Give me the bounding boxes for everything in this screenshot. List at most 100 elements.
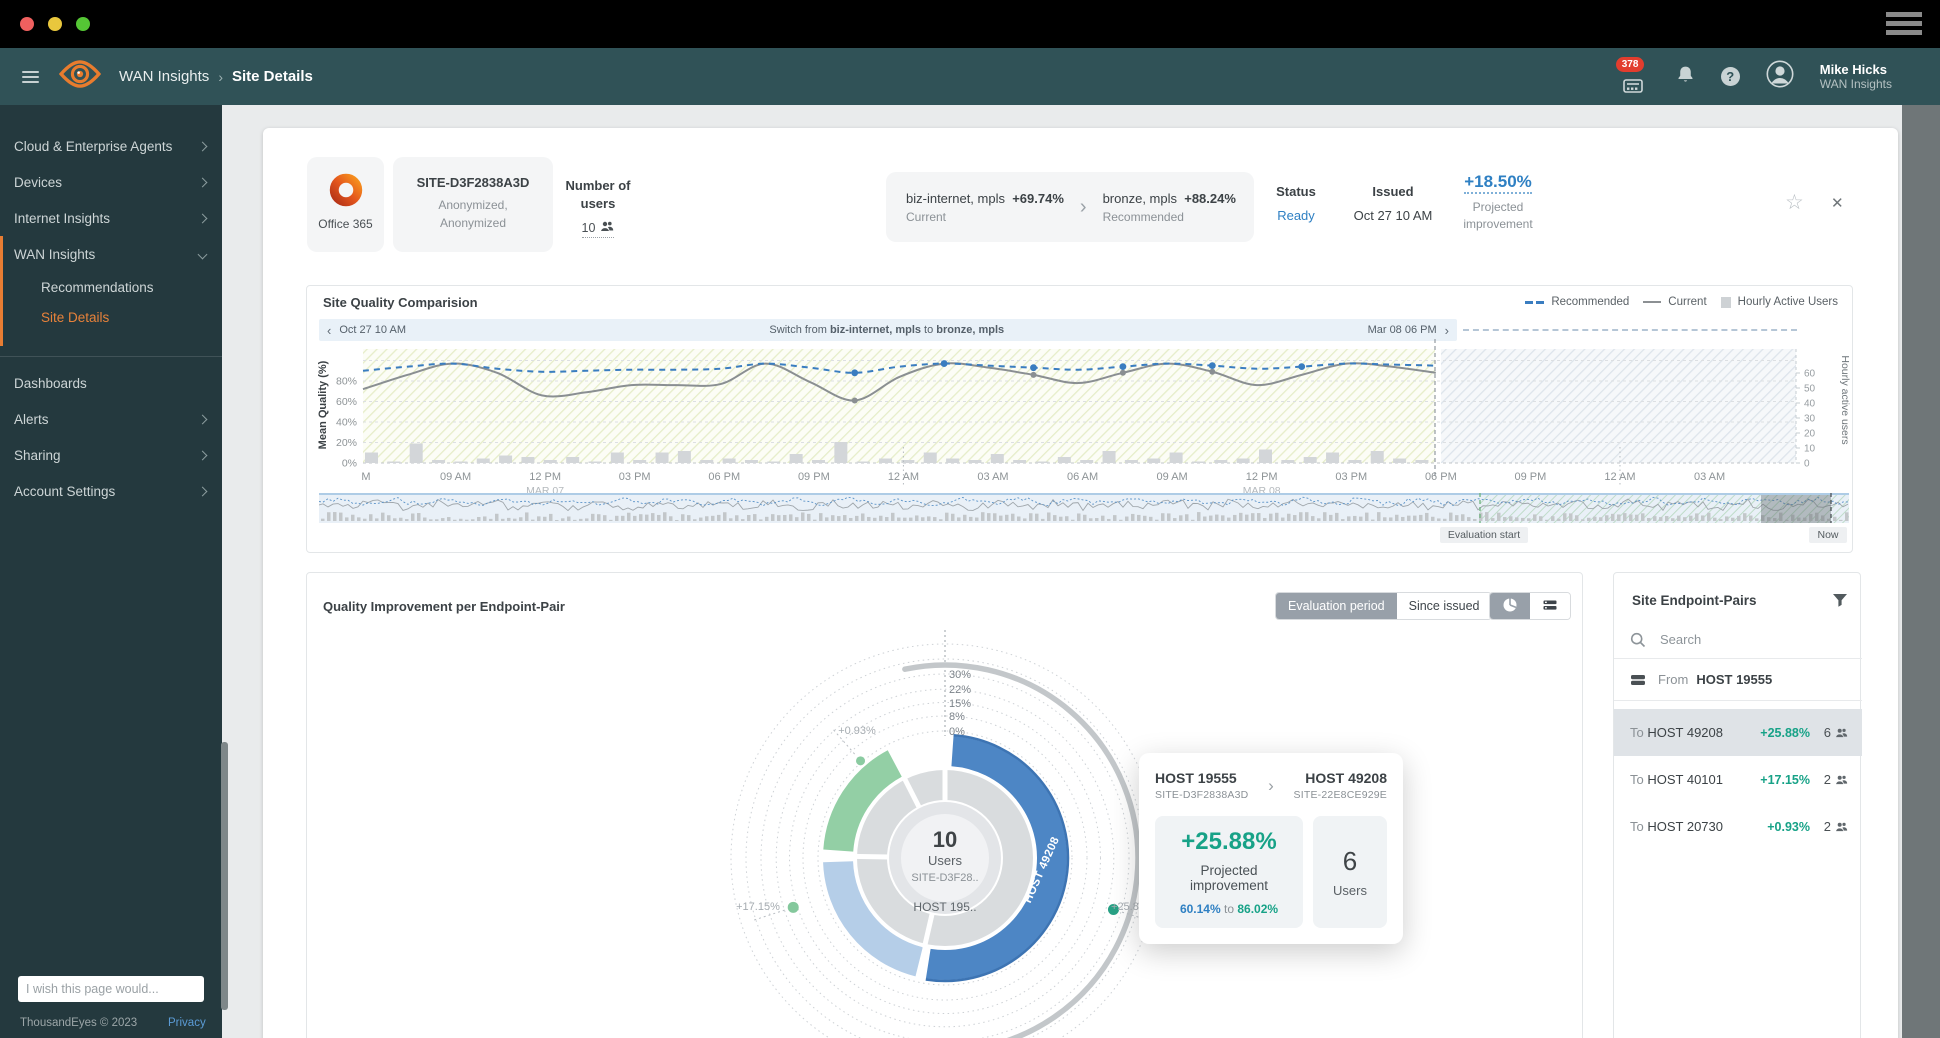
svg-text:12 PM: 12 PM xyxy=(1246,471,1278,483)
app-tile: Office 365 xyxy=(307,157,384,252)
search-input[interactable] xyxy=(1658,631,1808,648)
toggle-evaluation-period[interactable]: Evaluation period xyxy=(1276,593,1397,619)
improvement-dot[interactable] xyxy=(856,756,865,765)
quality-chart-title: Site Quality Comparision xyxy=(323,295,478,310)
sidebar-item-site-details[interactable]: Site Details xyxy=(3,302,222,332)
svg-text:09 PM: 09 PM xyxy=(798,471,830,483)
sidebar-item-wan-insights[interactable]: WAN Insights xyxy=(3,236,222,272)
toggle-since-issued[interactable]: Since issued xyxy=(1397,593,1492,619)
row-users: 2 xyxy=(1810,772,1848,787)
tooltip-improvement: +25.88% xyxy=(1163,828,1295,856)
office-365-icon xyxy=(327,171,365,209)
row-improvement: +17.15% xyxy=(1760,773,1810,787)
tooltip-users-label: Users xyxy=(1321,883,1379,898)
issued-value: Oct 27 10 AM xyxy=(1343,208,1443,223)
usage-meter-button[interactable]: 378 xyxy=(1616,57,1650,97)
endpoint-pairs-panel: Site Endpoint-Pairs From HOST 19555 To xyxy=(1613,572,1861,1038)
improvement-caption-2: improvement xyxy=(1443,217,1553,231)
sidebar-item-sharing[interactable]: Sharing xyxy=(0,437,222,473)
os-titlebar xyxy=(0,0,1940,48)
sidebar-item-internet-insights[interactable]: Internet Insights xyxy=(0,200,222,236)
sunburst-scale-tick: 0% xyxy=(949,726,965,738)
svg-text:03 AM: 03 AM xyxy=(977,471,1008,483)
site-tile: SITE-D3F2838A3D Anonymized, Anonymized xyxy=(393,157,553,252)
list-view-button[interactable] xyxy=(1530,593,1570,619)
favorite-star-icon[interactable]: ☆ xyxy=(1785,190,1804,215)
sidebar-active-group: WAN InsightsRecommendationsSite Details xyxy=(0,236,222,346)
site-sub-2: Anonymized xyxy=(393,216,553,230)
from-host-row[interactable]: From HOST 19555 xyxy=(1614,659,1862,701)
window-prev-icon[interactable]: ‹ xyxy=(319,323,339,338)
app-tile-label: Office 365 xyxy=(307,217,384,231)
sunburst-source-host: HOST 195.. xyxy=(885,900,1005,914)
site-sub-1: Anonymized, xyxy=(393,198,553,212)
sidebar-scrollbar[interactable] xyxy=(221,742,228,1010)
legend-hourly-active-users[interactable]: Hourly Active Users xyxy=(1721,296,1838,308)
y-axis-label: Mean Quality (%) xyxy=(317,345,329,465)
sidebar-toggle-icon[interactable] xyxy=(22,68,39,86)
user-org: WAN Insights xyxy=(1820,77,1892,92)
sidebar-item-devices[interactable]: Devices xyxy=(0,164,222,200)
zoom-window-button[interactable] xyxy=(76,17,90,31)
svg-text:03 PM: 03 PM xyxy=(1335,471,1367,483)
notifications-bell-icon[interactable] xyxy=(1676,65,1695,89)
svg-text:06 PM: 06 PM xyxy=(1425,471,1457,483)
improvement-card: Quality Improvement per Endpoint-Pair Ev… xyxy=(306,572,1583,1038)
privacy-link[interactable]: Privacy xyxy=(168,1017,206,1029)
chevron-down-icon xyxy=(198,249,208,259)
endpoint-row-host-40101[interactable]: To HOST 40101+17.15%2 xyxy=(1614,756,1862,803)
copyright-text: ThousandEyes © 2023 xyxy=(20,1017,137,1029)
svg-text:06 PM: 06 PM xyxy=(708,471,740,483)
users-count[interactable]: 10 xyxy=(582,221,615,238)
sidebar-item-account-settings[interactable]: Account Settings xyxy=(0,473,222,509)
sidebar-item-cloud-enterprise-agents[interactable]: Cloud & Enterprise Agents xyxy=(0,128,222,164)
tooltip-to-host: HOST 49208 xyxy=(1280,770,1387,786)
sunburst-scale-tick: 22% xyxy=(949,684,971,696)
sidebar-item-recommendations[interactable]: Recommendations xyxy=(3,272,222,302)
window-scrollbar[interactable] xyxy=(1902,105,1940,1038)
sunburst-scale-tick: 15% xyxy=(949,698,971,710)
recommended-caption: Recommended xyxy=(1103,210,1236,224)
svg-text:80%: 80% xyxy=(336,376,357,388)
projected-improvement-value[interactable]: +18.50% xyxy=(1464,172,1532,194)
legend-recommended[interactable]: Recommended xyxy=(1525,296,1629,308)
endpoint-panel-title: Site Endpoint-Pairs xyxy=(1632,593,1757,608)
legend-current[interactable]: Current xyxy=(1643,296,1706,308)
sunburst-dot-label: +17.15% xyxy=(718,901,798,913)
server-icon xyxy=(1630,674,1646,686)
avatar[interactable] xyxy=(1766,60,1794,93)
users-summary: Number of users 10 xyxy=(543,178,653,238)
filter-icon[interactable] xyxy=(1832,593,1848,608)
site-details-card: Office 365 SITE-D3F2838A3D Anonymized, A… xyxy=(263,128,1898,1038)
sidebar-divider xyxy=(0,356,222,357)
browser-menu-icon[interactable] xyxy=(1886,12,1922,35)
pie-view-button[interactable] xyxy=(1490,593,1530,619)
site-quality-chart[interactable]: M09 AM12 PM03 PM06 PM09 PM12 AM03 AM06 A… xyxy=(307,339,1854,507)
app-window: WAN Insights › Site Details 378 ? xyxy=(0,0,1940,1038)
svg-text:06 AM: 06 AM xyxy=(1067,471,1098,483)
comparison-tile: biz-internet, mpls +69.74% Current › bro… xyxy=(886,172,1254,242)
timeline-overview-strip[interactable] xyxy=(319,493,1849,523)
endpoint-row-host-20730[interactable]: To HOST 20730+0.93%2 xyxy=(1614,803,1862,850)
sidebar-item-alerts[interactable]: Alerts xyxy=(0,401,222,437)
from-host: HOST 19555 xyxy=(1696,672,1772,687)
sunburst-scale-tick: 30% xyxy=(949,669,971,681)
feedback-input[interactable] xyxy=(18,976,204,1002)
tooltip-chevron-icon: › xyxy=(1268,776,1274,796)
window-next-icon[interactable]: › xyxy=(1437,323,1457,338)
app-header: WAN Insights › Site Details 378 ? xyxy=(0,48,1940,105)
minimize-window-button[interactable] xyxy=(48,17,62,31)
dashed-line-swatch xyxy=(1525,301,1544,304)
sidebar-item-dashboards[interactable]: Dashboards xyxy=(0,365,222,401)
help-icon[interactable]: ? xyxy=(1721,67,1740,86)
svg-text:0: 0 xyxy=(1804,459,1810,470)
evaluation-start-label: Evaluation start xyxy=(1440,527,1528,543)
sunburst-center-value: 10 xyxy=(885,827,1005,853)
close-window-button[interactable] xyxy=(20,17,34,31)
svg-text:60%: 60% xyxy=(336,396,357,408)
close-icon[interactable]: ✕ xyxy=(1831,194,1844,212)
chevron-right-icon xyxy=(198,177,208,187)
breadcrumb-root[interactable]: WAN Insights xyxy=(119,68,209,85)
endpoint-row-host-49208[interactable]: To HOST 49208+25.88%6 xyxy=(1614,709,1862,756)
thousandeyes-logo-icon[interactable] xyxy=(59,58,101,95)
